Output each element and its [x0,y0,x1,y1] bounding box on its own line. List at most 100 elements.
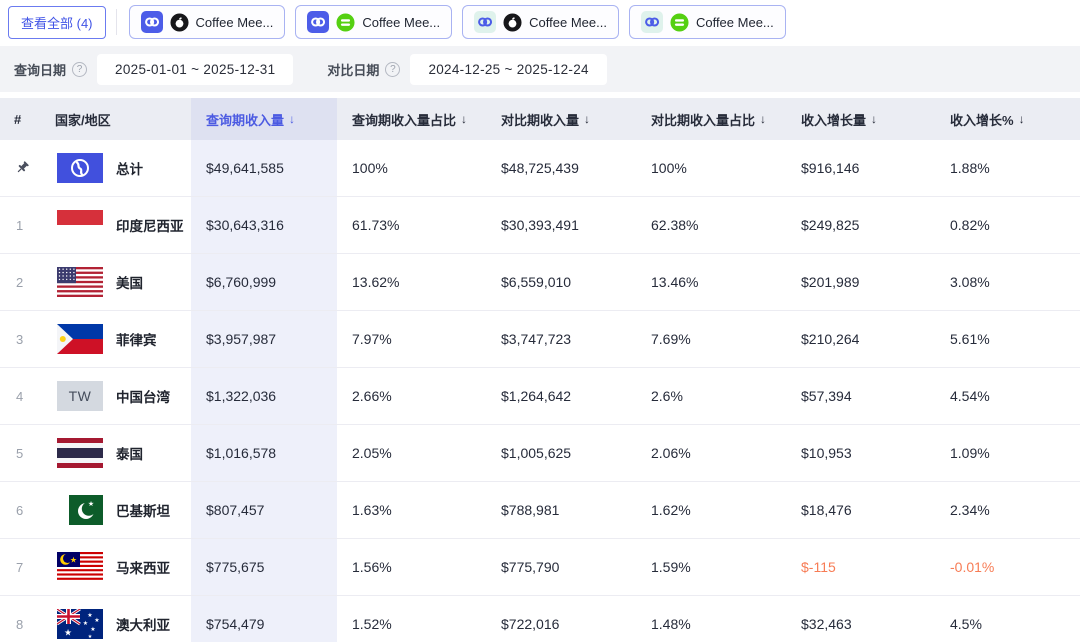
flag-id-icon [57,210,103,240]
revenue-growth-pct: 2.34% [950,502,990,518]
country-cell[interactable]: 总计 [40,153,191,183]
compare-revenue-share: 1.48% [651,616,691,632]
query-revenue: $49,641,585 [191,140,337,196]
rank-number: 7 [16,559,24,575]
country-cell[interactable]: TW 中国台湾 [40,381,191,411]
filter-bar: 查询日期 ? 2025-01-01 ~ 2025-12-31 对比日期 ? 20… [0,46,1080,92]
compare-revenue: $1,264,642 [501,388,572,404]
column-header-0: # [0,98,40,140]
revenue-growth: $57,394 [801,388,852,404]
revenue-growth-pct: 1.88% [950,160,990,176]
compare-revenue: $775,790 [501,559,560,575]
revenue-growth-pct: 1.09% [950,445,990,461]
sort-desc-icon[interactable]: ↓ [760,112,766,126]
app-name: Coffee Mee... [529,14,607,30]
rank-number: 8 [16,616,24,632]
rank-number: 4 [16,388,24,404]
pinned-indicator[interactable] [0,160,40,176]
compare-revenue: $722,016 [501,616,560,632]
column-header-5[interactable]: 对比期收入量占比 ↓ [636,98,786,140]
app-tab-4[interactable]: Coffee Mee... [628,5,786,39]
revenue-growth: $32,463 [801,616,852,632]
table-body: 总计 $49,641,585 100% $48,725,439 100% $916,146… [0,140,1080,642]
table-row: 3 菲律宾 $3,957,987 7.97% $3,747,723 7.69% $210,… [0,311,1080,368]
compare-revenue-share: 1.62% [651,502,691,518]
sort-desc-icon[interactable]: ↓ [461,112,467,126]
sort-desc-icon[interactable]: ↓ [584,112,590,126]
globe-icon [57,153,103,183]
compare-revenue-share: 13.46% [651,274,699,290]
column-label: 国家/地区 [55,112,111,128]
query-revenue: $6,760,999 [191,254,337,310]
column-header-3[interactable]: 查询期收入量占比 ↓ [337,98,486,140]
query-revenue: $807,457 [191,482,337,538]
column-header-4[interactable]: 对比期收入量 ↓ [486,98,636,140]
help-icon[interactable]: ? [72,61,88,77]
column-label: 查询期收入量 [206,112,285,128]
query-revenue-share: 61.73% [352,217,400,233]
revenue-growth: $201,989 [801,274,860,290]
app-tab-3[interactable]: Coffee Mee... [462,5,619,39]
sort-desc-icon[interactable]: ↓ [289,112,295,126]
country-cell[interactable]: 菲律宾 [40,324,191,354]
rank-number: 1 [16,217,24,233]
view-all-button[interactable]: 查看全部 (4) [8,5,106,39]
country-name: 总计 [116,162,143,177]
country-name: 美国 [116,276,143,291]
country-cell[interactable]: ★ 巴基斯坦 [40,495,191,525]
query-date-label: 查询日期 [14,62,67,78]
column-label: 收入增长量 [801,112,867,128]
query-revenue-share: 13.62% [352,274,400,290]
svg-text:★: ★ [88,500,94,508]
column-header-2[interactable]: 查询期收入量 ↓ [191,98,337,140]
country-cell[interactable]: 印度尼西亚 [40,210,191,240]
compare-revenue-share: 2.06% [651,445,691,461]
app-tabs: Coffee Mee... Coffee Mee... Coffee Mee..… [128,5,786,39]
help-icon[interactable]: ? [385,61,401,77]
rank-number: 6 [16,502,24,518]
app-badge [474,11,497,33]
app-badge [640,11,663,33]
query-revenue-share: 1.52% [352,616,392,632]
compare-date-range-input[interactable]: 2024-12-25 ~ 2025-12-24 [410,53,607,85]
app-tab-2[interactable]: Coffee Mee... [295,5,453,39]
revenue-growth-pct: 3.08% [950,274,990,290]
sort-desc-icon[interactable]: ↓ [1019,112,1025,126]
compare-revenue-share: 2.6% [651,388,683,404]
country-cell[interactable]: 泰国 [40,438,191,468]
query-revenue-share: 2.05% [352,445,392,461]
query-revenue-share: 1.63% [352,502,392,518]
revenue-growth: $10,953 [801,445,852,461]
flag-au-icon: ★ ★ ★ ★ ★ ★ [57,609,103,639]
country-cell[interactable]: 美国 [40,267,191,297]
query-revenue-share: 7.97% [352,331,392,347]
svg-text:★: ★ [90,626,95,633]
country-cell[interactable]: ★ 马来西亚 [40,552,191,582]
revenue-growth-pct: 5.61% [950,331,990,347]
table-row: 8 ★ ★ ★ ★ ★ ★ 澳大利亚 $754,479 1.52% $722,016 1.… [0,596,1080,642]
app-link-icon [645,17,660,27]
vertical-divider [115,9,117,35]
app-badge [140,11,163,33]
app-name: Coffee Mee... [362,14,441,30]
country-cell[interactable]: ★ ★ ★ ★ ★ ★ 澳大利亚 [40,609,191,639]
app-tab-1[interactable]: Coffee Mee... [128,5,286,39]
revenue-growth-pct: 4.5% [950,616,982,632]
query-date-range-input[interactable]: 2025-01-01 ~ 2025-12-31 [97,53,294,85]
country-name: 巴基斯坦 [116,504,170,519]
compare-revenue: $1,005,625 [501,445,572,461]
flag-pk-icon: ★ [57,495,103,525]
query-revenue: $3,957,987 [191,311,337,367]
app-link-icon [144,17,159,27]
column-header-7[interactable]: 收入增长% ↓ [935,98,1080,140]
country-name: 澳大利亚 [116,618,170,633]
column-header-6[interactable]: 收入增长量 ↓ [786,98,935,140]
svg-text:★: ★ [94,617,99,624]
sort-desc-icon[interactable]: ↓ [871,112,877,126]
android-icon [670,12,689,32]
revenue-growth-pct: 0.82% [950,217,990,233]
compare-revenue-share: 100% [651,160,687,176]
compare-revenue: $6,559,010 [501,274,572,290]
rank-number: 2 [16,274,24,290]
country-name: 菲律宾 [116,333,157,348]
